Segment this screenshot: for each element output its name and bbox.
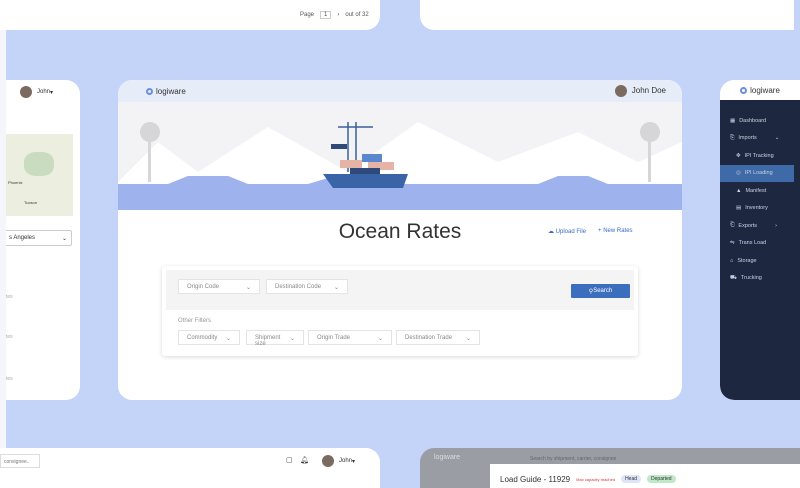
map-label: Phoenix <box>8 180 23 185</box>
user-menu[interactable]: John <box>37 89 50 95</box>
loading-icon: ◎ <box>736 170 741 177</box>
load-guide-card: logiware Search by shipment, carrier, co… <box>420 448 800 488</box>
manifest-icon: ▲ <box>736 187 742 194</box>
origin-code-select[interactable]: Origin Code ⌄ <box>178 279 260 294</box>
logo[interactable]: logiware <box>146 87 186 96</box>
notes-icon[interactable]: ▢ <box>286 456 293 464</box>
global-search[interactable]: Search by shipment, carrier, consignee <box>530 456 616 462</box>
brand-name: logiware <box>156 86 186 96</box>
user-menu[interactable]: John <box>339 458 352 464</box>
search-button[interactable]: ⚲ Search <box>571 284 630 298</box>
map-card: John ▾ Phoenix Tucson s Angeles ⌄ tes tes… <box>6 80 80 400</box>
sidebar-item-dashboard[interactable]: ▦ Dashboard <box>720 112 800 130</box>
search-label: Search <box>593 288 613 294</box>
row-label: tes <box>6 294 13 300</box>
logo[interactable]: logiware <box>720 80 800 100</box>
shipment-size-select[interactable]: Shipment size ⌄ <box>246 330 304 347</box>
imports-icon: ⎘ <box>730 134 735 141</box>
sidebar-item-ipi-tracking[interactable]: ✥ IPI Tracking <box>720 147 800 165</box>
upload-icon: ☁ <box>548 229 556 235</box>
sidebar-item-exports[interactable]: ⎗ Exports › <box>720 217 800 235</box>
sidebar-item-trucking[interactable]: ⛟ Trucking <box>720 270 800 288</box>
dashboard-icon: ▦ <box>730 117 736 124</box>
destination-trade-select[interactable]: Destination Trade ⌄ <box>396 330 480 345</box>
row-label: tes <box>6 376 13 382</box>
header: logiware John Doe <box>118 80 682 102</box>
commodity-select[interactable]: Commodity ⌄ <box>178 330 240 345</box>
trucking-icon: ⛟ <box>730 274 737 281</box>
new-rates-button[interactable]: + New Rates <box>598 228 633 235</box>
page-label: Page <box>300 12 315 18</box>
sidebar-item-ipi-loading[interactable]: ◎ IPI Loading <box>720 164 794 182</box>
chevron-down-icon: ⌄ <box>774 135 780 142</box>
departed-badge: Departed <box>647 475 676 483</box>
chevron-right-icon: › <box>775 222 777 229</box>
upload-label: Upload File <box>555 229 587 235</box>
avatar <box>614 85 627 97</box>
ocean-rates-window: logiware John Doe Ocean Rates ☁ Upload F… <box>118 80 682 400</box>
sidebar-item-trans-load[interactable]: ⇋ Trans Load <box>720 235 800 253</box>
bottom-left-card: consignee.. ▢ 🔔︎ John ▾ <box>0 448 380 488</box>
filter-panel: Origin Code ⌄ Destination Code ⌄ ⚲ Search … <box>162 266 638 356</box>
origin-trade-select[interactable]: Origin Trade ⌄ <box>308 330 392 345</box>
sidebar-card: logiware ▦ Dashboard ⎘ Imports ⌄ ✥ IPI Track… <box>720 80 800 400</box>
sidebar-item-imports[interactable]: ⎘ Imports ⌄ <box>720 130 800 148</box>
capacity-warning: Max capacity reached <box>576 476 616 482</box>
next-page-icon[interactable]: › <box>337 12 339 18</box>
bell-icon[interactable]: 🔔︎ <box>300 456 309 464</box>
out-of-label: out of 32 <box>345 12 369 18</box>
other-filters-label: Other Filters <box>178 318 212 324</box>
logo-icon <box>146 87 153 95</box>
brand-name: logiware <box>434 454 461 461</box>
sidebar-item-storage[interactable]: ⌂ Storage <box>720 252 800 270</box>
tracking-icon: ✥ <box>736 152 741 159</box>
map-label: Tucson <box>24 200 37 205</box>
location-select[interactable]: s Angeles ⌄ <box>6 230 72 246</box>
inventory-icon: ▤ <box>736 205 742 212</box>
brand-name: logiware <box>750 85 780 95</box>
top-right-card <box>420 0 794 30</box>
location-value: s Angeles <box>9 235 36 241</box>
primary-filters: Origin Code ⌄ Destination Code ⌄ ⚲ Search <box>166 270 634 310</box>
upload-file-button[interactable]: ☁ Upload File <box>548 228 586 235</box>
exports-icon: ⎗ <box>730 222 735 229</box>
pagination-card: Page 1 › out of 32 <box>0 0 380 30</box>
page-input[interactable]: 1 <box>320 11 332 19</box>
row-label: tes <box>6 334 13 340</box>
avatar[interactable] <box>322 455 334 467</box>
sidebar-item-inventory[interactable]: ▤ Inventory <box>720 200 800 218</box>
destination-code-select[interactable]: Destination Code ⌄ <box>266 279 348 294</box>
user-name: John Doe <box>631 86 666 96</box>
logo-icon <box>740 86 748 94</box>
head-badge: Head <box>621 475 642 483</box>
sidebar-item-manifest[interactable]: ▲ Manifest <box>720 182 800 200</box>
map[interactable]: Phoenix Tucson <box>6 134 73 216</box>
banner-illustration <box>118 102 682 210</box>
sidebar-nav: ▦ Dashboard ⎘ Imports ⌄ ✥ IPI Tracking ◎ IPI … <box>720 100 800 400</box>
trans-load-icon: ⇋ <box>730 240 735 247</box>
user-menu[interactable]: John Doe <box>614 85 666 97</box>
search-input[interactable]: consignee.. <box>0 454 40 468</box>
avatar[interactable] <box>20 86 32 98</box>
storage-icon: ⌂ <box>730 257 734 264</box>
load-guide-title: Load Guide - 11929 <box>500 474 571 484</box>
